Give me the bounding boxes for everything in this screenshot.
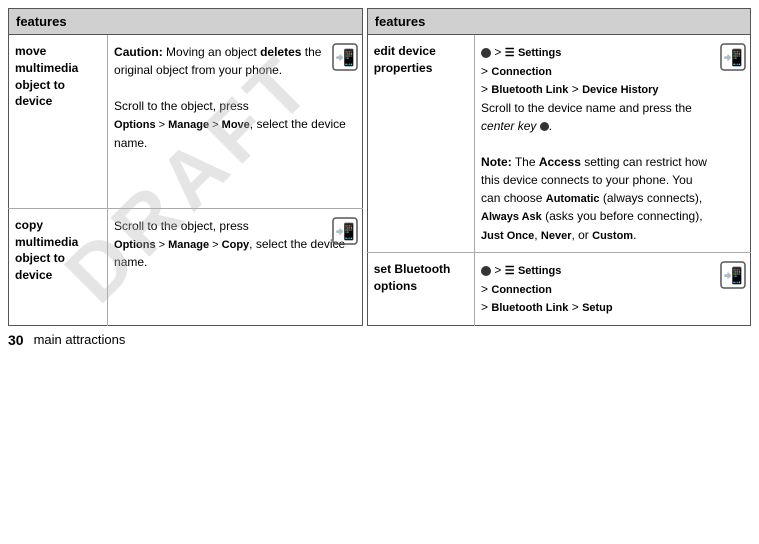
feature-label: edit device properties xyxy=(374,44,436,75)
desc-cell: > ☰ Settings > Connection > Bluetooth Li… xyxy=(475,253,751,326)
right-table-header: features xyxy=(367,9,750,35)
menu-path: Options > Manage > Copy xyxy=(114,239,249,251)
tables-wrapper: features move multimedia object to devic… xyxy=(8,8,751,326)
scroll-instruction: Scroll to the object, press xyxy=(114,219,249,233)
footer-text: main attractions xyxy=(34,332,126,347)
feature-cell: set Bluetooth options xyxy=(367,253,474,326)
scroll-note: Scroll to the device name and press the … xyxy=(481,101,692,133)
feature-label: set Bluetooth options xyxy=(374,262,451,293)
scroll-instruction: Scroll to the object, press xyxy=(114,99,249,113)
footer: 30 main attractions xyxy=(8,332,125,348)
desc-cell: Scroll to the object, press Options > Ma… xyxy=(108,208,363,325)
left-table-header: features xyxy=(9,9,363,35)
page-container: DRAFT features move multimedia object to… xyxy=(0,0,759,356)
table-row: move multimedia object to device Caution… xyxy=(9,35,363,209)
svg-text:📲: 📲 xyxy=(335,48,355,67)
nav-line: > ☰ Settings > Connection > Bluetooth Li… xyxy=(481,45,658,96)
bluetooth-icon: 📲 xyxy=(720,43,746,76)
desc-cell: > ☰ Settings > Connection > Bluetooth Li… xyxy=(475,35,751,253)
menu-path: Options > Manage > Move xyxy=(114,119,250,131)
table-row: copy multimedia object to device Scroll … xyxy=(9,208,363,325)
svg-text:📲: 📲 xyxy=(335,222,355,241)
feature-cell: move multimedia object to device xyxy=(9,35,108,209)
table-row: edit device properties > ☰ Settings > Co… xyxy=(367,35,750,253)
bluetooth-icon: 📲 xyxy=(332,43,358,76)
caution-label: Caution: xyxy=(114,45,163,59)
desc-cell: Caution: Moving an object deletes the or… xyxy=(108,35,363,209)
feature-label: copy multimedia object to device xyxy=(15,218,78,282)
right-table: features edit device properties > ☰ Sett… xyxy=(367,8,751,326)
page-number: 30 xyxy=(8,332,24,348)
bluetooth-icon: 📲 xyxy=(720,261,746,294)
left-table: features move multimedia object to devic… xyxy=(8,8,363,326)
feature-label: move multimedia object to device xyxy=(15,44,78,108)
deletes-word: deletes xyxy=(260,45,301,59)
bluetooth-icon: 📲 xyxy=(332,217,358,250)
feature-cell: copy multimedia object to device xyxy=(9,208,108,325)
svg-text:📲: 📲 xyxy=(723,266,743,285)
feature-cell: edit device properties xyxy=(367,35,474,253)
table-row: set Bluetooth options > ☰ Settings > Con… xyxy=(367,253,750,326)
note-text: Note: The Access setting can restrict ho… xyxy=(481,155,707,242)
caution-text: Caution: Moving an object deletes the or… xyxy=(114,45,321,77)
svg-text:📲: 📲 xyxy=(723,48,743,67)
nav-line: > ☰ Settings > Connection > Bluetooth Li… xyxy=(481,263,613,314)
